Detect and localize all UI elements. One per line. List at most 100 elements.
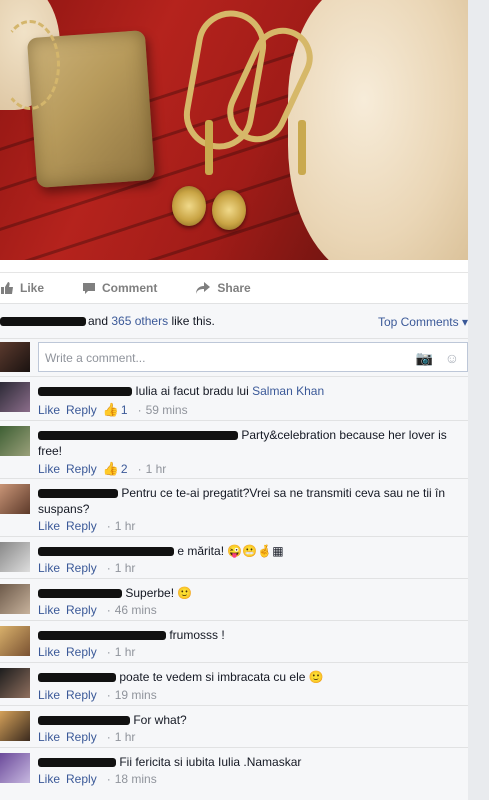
comment-like-link[interactable]: Like [38,603,60,617]
comment-body: Fii fericita si iubita Iulia .Namaskar [38,754,463,770]
comment-meta: Like Reply · 1 hr [38,519,135,533]
comment-mention-link[interactable]: Salman Khan [252,384,324,398]
comment-reply-link[interactable]: Reply [66,403,97,417]
comment-like-link[interactable]: Like [38,772,60,786]
redacted-name [38,547,174,557]
comment-item: e mărita! 😜😬🤞▦ Like Reply · 1 hr [0,536,468,578]
comment-meta: Like Reply · 46 mins [38,603,157,617]
avatar [0,542,30,572]
comment-body: poate te vedem si imbracata cu ele 🙂 [38,669,463,685]
comment-time[interactable]: 1 hr [115,561,136,575]
comment-body: For what? [38,712,463,728]
comment-body: e mărita! 😜😬🤞▦ [38,543,463,559]
comment-like-link[interactable]: Like [38,688,60,702]
comment-time[interactable]: 46 mins [115,603,157,617]
comment-like-count[interactable]: 2 [121,462,128,476]
comment-body: frumosss ! [38,627,463,643]
emoji-icon[interactable]: ☺ [445,350,459,366]
redacted-name [38,387,132,397]
comment-reply-link[interactable]: Reply [66,688,97,702]
comment-time[interactable]: 1 hr [115,645,136,659]
earring-left [172,186,206,226]
comment-reply-link[interactable]: Reply [66,519,97,533]
comment-reply-link[interactable]: Reply [66,730,97,744]
comment-text: Fii fericita si iubita Iulia .Namaskar [119,755,302,769]
separator: · [137,462,142,476]
comment-list: Iulia ai facut bradu lui Salman Khan Lik… [0,376,468,800]
separator: · [106,772,111,786]
comment-reply-link[interactable]: Reply [66,462,97,476]
redacted-name [38,673,116,683]
separator: · [106,519,111,533]
redacted-name [38,489,118,499]
likes-others-link[interactable]: 365 others [111,314,168,328]
comment-meta: Like Reply · 1 hr [38,561,135,575]
comment-item: Fii fericita si iubita Iulia .Namaskar L… [0,747,468,797]
comment-item: frumosss ! Like Reply · 1 hr [0,620,468,662]
comment-meta: Like Reply · 1 hr [38,645,135,659]
comment-item: Party&celebration because her lover is f… [0,420,468,478]
separator: · [106,603,111,617]
comment-icon [83,282,96,294]
share-label: Share [217,280,251,295]
comment-text: e mărita! [177,544,225,558]
comment-placeholder: Write a comment... [45,351,146,365]
comment-item: For what? Like Reply · 1 hr [0,705,468,747]
like-label: Like [20,280,45,295]
comment-input[interactable]: Write a comment... 📷 ☺ [38,342,468,372]
comment-item: Pentru ce te-ai pregatit?Vrei sa ne tran… [0,478,468,536]
comment-meta: Like Reply · 19 mins [38,688,157,702]
comment-text: Superbe! [125,586,175,600]
separator: · [106,561,111,575]
write-comment-row: Write a comment... 📷 ☺ [0,338,468,376]
like-button[interactable]: Like [0,281,44,295]
comment-like-link[interactable]: Like [38,730,60,744]
comment-time[interactable]: 19 mins [115,688,157,702]
avatar [0,484,30,514]
comment-like-count[interactable]: 1 [121,403,128,417]
thumb-up-icon: 👍 [102,402,119,417]
separator: · [106,645,111,659]
comment-time[interactable]: 18 mins [115,772,157,786]
redacted-name [38,631,166,641]
comment-time[interactable]: 1 hr [146,462,167,476]
avatar [0,584,30,614]
post-card: Like Comment Share and 365 others like t… [0,0,468,800]
comment-reply-link[interactable]: Reply [66,772,97,786]
smile-icon: 🙂 [308,670,324,684]
comment-like-link[interactable]: Like [38,462,60,476]
comment-time[interactable]: 1 hr [115,519,136,533]
fabric-right [288,0,468,260]
likes-and: and [88,314,109,328]
comment-text: frumosss ! [169,628,225,642]
comment-item: Iulia ai facut bradu lui Salman Khan Lik… [0,376,468,420]
emoji-icon: 😜😬🤞▦ [227,544,284,558]
thumb-up-icon [1,281,13,294]
comment-reply-link[interactable]: Reply [66,603,97,617]
comment-time[interactable]: 1 hr [115,730,136,744]
comment-like-link[interactable]: Like [38,519,60,533]
comment-time[interactable]: 59 mins [146,403,188,417]
comment-meta: Like Reply · 1 hr [38,730,135,744]
comment-reply-link[interactable]: Reply [66,645,97,659]
comment-text: poate te vedem si imbracata cu ele [119,670,306,684]
comment-button[interactable]: Comment [82,281,157,295]
comment-reply-link[interactable]: Reply [66,561,97,575]
comment-like-link[interactable]: Like [38,403,60,417]
share-button[interactable]: Share [195,280,251,295]
comment-text: Iulia ai facut bradu lui [135,384,253,398]
separator: · [106,688,111,702]
top-comments-dropdown[interactable]: Top Comments ▾ [378,315,468,329]
likes-summary: and 365 others like this. Top Comments ▾ [0,303,468,338]
redacted-name [38,758,116,768]
avatar [0,668,30,698]
thumb-up-icon: 👍 [102,461,119,476]
comment-like-link[interactable]: Like [38,645,60,659]
comment-body: Pentru ce te-ai pregatit?Vrei sa ne tran… [38,485,463,517]
comment-like-link[interactable]: Like [38,561,60,575]
camera-icon[interactable]: 📷 [416,350,433,367]
comment-body: Superbe! 🙂 [38,585,463,601]
post-photo[interactable] [0,0,468,260]
avatar [0,342,30,372]
chain [0,20,60,110]
